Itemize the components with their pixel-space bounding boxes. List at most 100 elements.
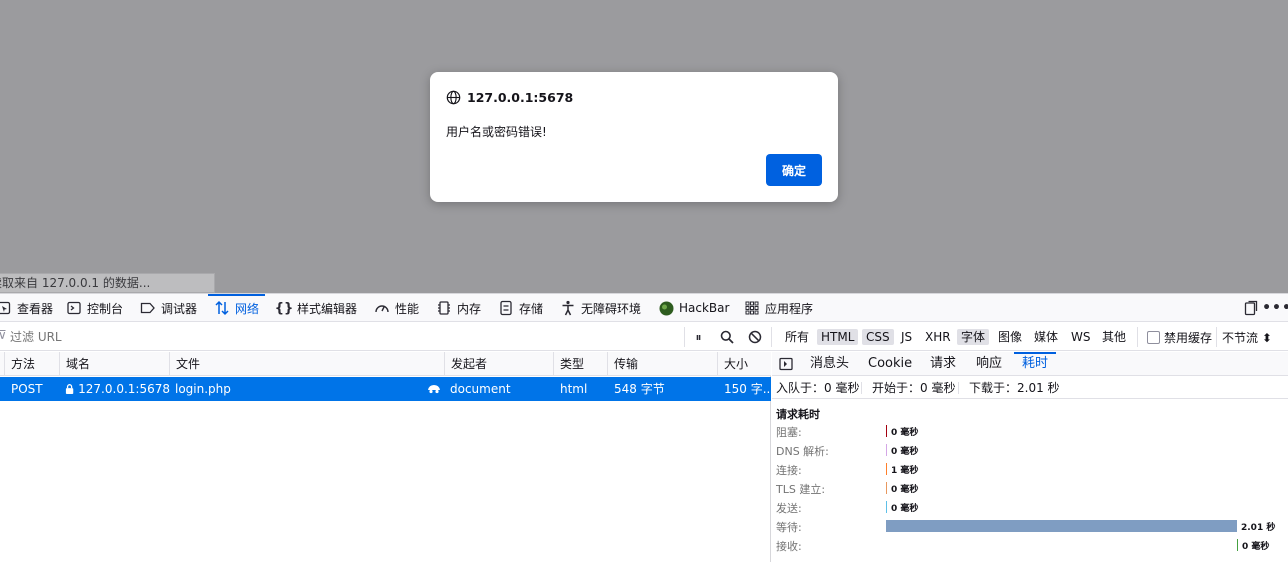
tab-cookies[interactable]: Cookie [868,352,912,376]
tab-hackbar-label: HackBar [679,301,730,315]
request-list: 方法 域名 文件 发起者 类型 传输 大小 POST 127.0.0.1:567… [0,352,771,562]
timings-summary: 入队于：0 毫秒 开始于：0 毫秒 下载于：2.01 秒 [772,377,1288,399]
toggle-panel-button[interactable] [779,357,793,374]
panel-toggle-icon [779,357,793,371]
dialog-ok-button[interactable]: 确定 [766,154,822,186]
column-domain[interactable]: 域名 [59,352,170,376]
tab-headers[interactable]: 消息头 [810,352,849,376]
pause-button[interactable]: ⏸ [690,328,708,346]
disable-cache-checkbox[interactable]: 禁用缓存 [1147,329,1212,346]
tab-application[interactable]: 应用程序 [744,294,813,322]
tab-console[interactable]: 控制台 [66,294,123,322]
toolbox-tabbar: 查看器 控制台 调试器 网络 {} 样式编辑器 性能 内存 存储 无障碍环境 H… [0,294,1288,322]
column-initiator[interactable]: 发起者 [444,352,554,376]
tab-debugger[interactable]: 调试器 [140,294,197,322]
tab-memory[interactable]: 内存 [436,294,481,322]
tab-performance-label: 性能 [395,301,420,316]
search-button[interactable] [718,328,736,346]
network-icon [214,300,230,316]
filter-url-input[interactable] [0,327,600,347]
style-editor-icon: {} [274,300,294,316]
timing-label: 接收: [776,540,802,553]
timing-value: 2.01 秒 [1241,523,1276,533]
tab-inspector[interactable]: 查看器 [0,294,53,322]
alert-dialog: 127.0.0.1:5678 用户名或密码错误! 确定 [430,72,838,202]
timing-value: 0 毫秒 [891,504,919,514]
tab-request[interactable]: 请求 [930,352,956,376]
status-text: 读取来自 127.0.0.1 的数据... [0,276,151,290]
timing-row-connect: 连接: 1 毫秒 [772,460,1288,479]
filter-type-other[interactable]: 其他 [1098,329,1130,345]
request-details-panel: 消息头 Cookie 请求 响应 耗时 入队于：0 毫秒 开始于：0 毫秒 下载… [772,352,1288,562]
tab-hackbar[interactable]: HackBar [658,294,729,322]
tab-application-label: 应用程序 [765,301,814,316]
dialog-origin: 127.0.0.1:5678 [446,88,573,106]
dock-toggle-button[interactable] [1242,299,1260,317]
clear-button[interactable] [746,328,764,346]
dialog-message: 用户名或密码错误! [446,125,547,139]
timing-bar [886,520,1237,532]
tab-response[interactable]: 响应 [976,352,1002,376]
tab-performance[interactable]: 性能 [374,294,419,322]
timing-row-send: 发送: 0 毫秒 [772,498,1288,517]
timing-label: 阻塞: [776,426,802,439]
application-icon [744,300,760,316]
request-size: 150 字... [724,382,771,396]
search-icon [720,330,734,344]
filter-type-fonts[interactable]: 字体 [957,329,990,345]
filter-type-all[interactable]: 所有 [781,329,813,345]
tracking-icon [427,382,441,397]
tab-storage[interactable]: 存储 [498,294,543,322]
throttle-select[interactable]: 不节流 ⬍ [1222,329,1272,346]
clear-icon [748,330,762,344]
network-filter-bar: ⊽ ⏸ 所有 HTML CSS JS XHR 字体 图像 媒体 WS 其他 禁用… [0,323,1288,351]
divider [684,327,685,347]
timing-value: 0 毫秒 [891,447,919,457]
storage-icon [498,300,514,316]
page-viewport: 读取来自 127.0.0.1 的数据... 127.0.0.1:5678 用户名… [0,0,1288,293]
tab-style-editor[interactable]: {} 样式编辑器 [274,294,358,322]
filter-type-images[interactable]: 图像 [994,329,1026,345]
tab-accessibility-label: 无障碍环境 [581,301,642,316]
timing-value: 0 毫秒 [891,428,919,438]
more-options-button[interactable]: ••• [1262,299,1288,317]
column-file[interactable]: 文件 [169,352,445,376]
timing-bar [1237,539,1238,551]
status-bar: 读取来自 127.0.0.1 的数据... [0,273,215,293]
request-transferred: 548 字节 [614,382,665,396]
filter-type-css[interactable]: CSS [862,329,894,345]
summary-downloaded: 下载于：2.01 秒 [969,381,1060,395]
request-method: POST [11,382,43,396]
tab-style-editor-label: 样式编辑器 [297,301,358,316]
table-row[interactable]: POST 127.0.0.1:5678 login.php document h… [0,377,771,401]
tab-storage-label: 存储 [519,301,544,316]
tab-accessibility[interactable]: 无障碍环境 [560,294,641,322]
timing-row-receive: 接收: 0 毫秒 [772,536,1288,555]
accessibility-icon [560,300,576,316]
pause-icon: ⏸ [695,329,703,344]
column-size[interactable]: 大小 [717,352,771,376]
console-icon [66,300,82,316]
hackbar-icon [658,300,674,316]
timing-row-blocked: 阻塞: 0 毫秒 [772,422,1288,441]
filter-type-js[interactable]: JS [897,329,916,345]
tab-network[interactable]: 网络 [207,294,266,322]
column-method[interactable]: 方法 [4,352,60,376]
request-initiator: document [450,382,511,396]
performance-icon [374,300,390,316]
filter-type-xhr[interactable]: XHR [921,329,955,345]
tab-timings[interactable]: 耗时 [1013,352,1057,376]
column-type[interactable]: 类型 [553,352,608,376]
filter-type-ws[interactable]: WS [1067,329,1094,345]
filter-type-html[interactable]: HTML [817,329,859,345]
devtools-panel: 查看器 控制台 调试器 网络 {} 样式编辑器 性能 内存 存储 无障碍环境 H… [0,293,1288,562]
tab-debugger-label: 调试器 [161,301,198,316]
timing-row-dns: DNS 解析: 0 毫秒 [772,441,1288,460]
timing-bar [886,444,887,456]
lock-icon [65,384,74,395]
request-type: html [560,382,588,396]
column-transferred[interactable]: 传输 [607,352,718,376]
checkbox-box[interactable] [1147,331,1160,344]
timing-bar [886,463,887,475]
filter-type-media[interactable]: 媒体 [1030,329,1062,345]
